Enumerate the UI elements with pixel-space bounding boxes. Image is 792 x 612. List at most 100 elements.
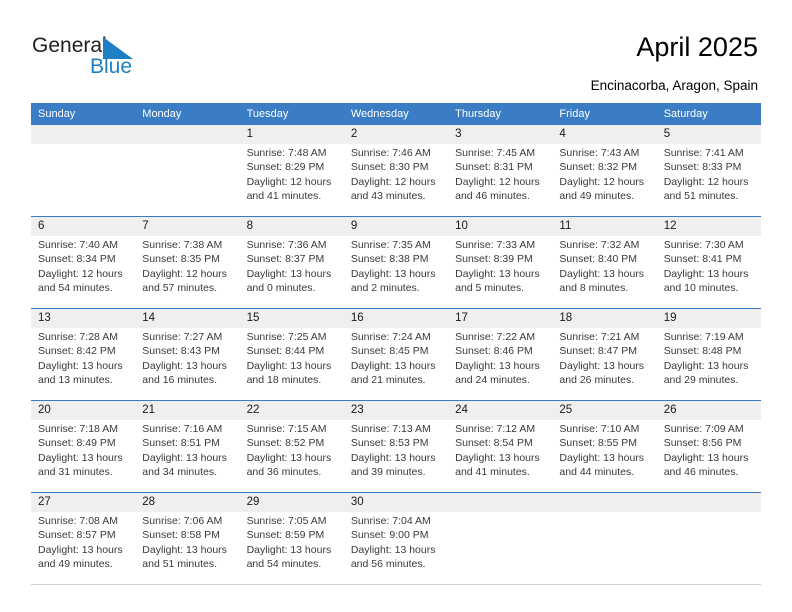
- calendar-day-cell[interactable]: 15 Sunrise: 7:25 AM Sunset: 8:44 PM Dayligh…: [240, 309, 344, 400]
- day-number: [142, 125, 233, 144]
- weekday-header-row: Sunday Monday Tuesday Wednesday Thursday…: [31, 103, 761, 125]
- day-sun-info: Sunrise: 7:41 AM Sunset: 8:33 PM Daylight:…: [664, 144, 755, 203]
- calendar-day-cell[interactable]: 24 Sunrise: 7:12 AM Sunset: 8:54 PM Dayligh…: [448, 401, 552, 492]
- day-info-line: and 49 minutes.: [559, 189, 635, 202]
- calendar-day-cell[interactable]: 17 Sunrise: 7:22 AM Sunset: 8:46 PM Dayligh…: [448, 309, 552, 400]
- day-number: 24: [455, 404, 468, 416]
- calendar-empty-cell: [448, 493, 552, 584]
- calendar-day-cell[interactable]: 14 Sunrise: 7:27 AM Sunset: 8:43 PM Dayligh…: [135, 309, 239, 400]
- day-sun-info: Sunrise: 7:27 AM Sunset: 8:43 PM Daylight:…: [142, 328, 233, 387]
- calendar-day-cell[interactable]: 16 Sunrise: 7:24 AM Sunset: 8:45 PM Dayligh…: [344, 309, 448, 400]
- day-sun-info: Sunrise: 7:15 AM Sunset: 8:52 PM Daylight:…: [247, 420, 338, 479]
- day-info-line: Daylight: 13 hours: [559, 267, 645, 280]
- day-number: 14: [142, 312, 156, 324]
- calendar-day-cell[interactable]: 20 Sunrise: 7:18 AM Sunset: 8:49 PM Dayligh…: [31, 401, 135, 492]
- day-info-line: Sunset: 8:56 PM: [663, 437, 742, 450]
- day-info-line: Daylight: 13 hours: [38, 451, 123, 464]
- day-info-line: Sunset: 8:33 PM: [663, 161, 742, 174]
- day-info-line: Sunset: 8:52 PM: [246, 437, 325, 450]
- day-info-line: Daylight: 13 hours: [38, 543, 123, 556]
- logo-text-blue: Blue: [90, 55, 133, 78]
- day-number: 20: [38, 404, 51, 416]
- calendar-day-cell[interactable]: 9 Sunrise: 7:35 AM Sunset: 8:38 PM Daylight…: [344, 217, 448, 308]
- day-info-line: Daylight: 13 hours: [38, 359, 123, 372]
- day-sun-info: Sunrise: 7:18 AM Sunset: 8:49 PM Daylight:…: [38, 420, 129, 479]
- day-info-line: Sunset: 8:35 PM: [142, 253, 220, 266]
- calendar-day-cell[interactable]: 5 Sunrise: 7:41 AM Sunset: 8:33 PM Daylight…: [657, 125, 761, 216]
- day-info-line: and 24 minutes.: [455, 373, 530, 386]
- calendar-day-cell[interactable]: 12 Sunrise: 7:30 AM Sunset: 8:41 PM Dayligh…: [657, 217, 761, 308]
- day-info-line: Sunrise: 7:06 AM: [142, 515, 223, 527]
- calendar-day-cell[interactable]: 10 Sunrise: 7:33 AM Sunset: 8:39 PM Dayligh…: [448, 217, 552, 308]
- day-info-line: Sunset: 8:49 PM: [38, 437, 116, 450]
- day-info-line: Sunrise: 7:30 AM: [663, 239, 744, 251]
- day-info-line: and 13 minutes.: [38, 373, 113, 386]
- calendar-day-cell[interactable]: 23 Sunrise: 7:13 AM Sunset: 8:53 PM Dayligh…: [344, 401, 448, 492]
- day-info-line: and 10 minutes.: [663, 281, 739, 294]
- day-info-line: and 51 minutes.: [142, 557, 217, 570]
- day-number: 8: [246, 220, 253, 232]
- day-info-line: Sunset: 9:00 PM: [350, 529, 429, 542]
- day-number: 6: [38, 220, 45, 232]
- day-sun-info: Sunrise: 7:10 AM Sunset: 8:55 PM Daylight:…: [559, 420, 650, 479]
- day-info-line: Sunset: 8:42 PM: [38, 345, 116, 358]
- general-blue-logo[interactable]: General Blue: [32, 34, 182, 84]
- day-sun-info: Sunrise: 7:43 AM Sunset: 8:32 PM Daylight:…: [559, 144, 650, 203]
- calendar-day-cell[interactable]: 21 Sunrise: 7:16 AM Sunset: 8:51 PM Dayligh…: [135, 401, 239, 492]
- day-number: 27: [38, 496, 51, 508]
- day-sun-info: Sunrise: 7:33 AM Sunset: 8:39 PM Daylight:…: [455, 236, 546, 295]
- day-sun-info: Sunrise: 7:45 AM Sunset: 8:31 PM Daylight:…: [455, 144, 546, 203]
- day-info-line: Daylight: 12 hours: [246, 175, 332, 188]
- day-info-line: Daylight: 13 hours: [142, 359, 227, 372]
- day-sun-info: Sunrise: 7:32 AM Sunset: 8:40 PM Daylight:…: [559, 236, 650, 295]
- day-info-line: Daylight: 13 hours: [663, 267, 749, 280]
- day-info-line: Sunrise: 7:35 AM: [350, 239, 431, 251]
- day-number: 11: [559, 220, 572, 232]
- calendar-day-cell[interactable]: 29 Sunrise: 7:05 AM Sunset: 8:59 PM Dayligh…: [240, 493, 344, 584]
- calendar-day-cell[interactable]: 19 Sunrise: 7:19 AM Sunset: 8:48 PM Dayligh…: [657, 309, 761, 400]
- calendar-day-cell[interactable]: 28 Sunrise: 7:06 AM Sunset: 8:58 PM Dayligh…: [135, 493, 239, 584]
- calendar-day-cell[interactable]: 22 Sunrise: 7:15 AM Sunset: 8:52 PM Dayligh…: [240, 401, 344, 492]
- calendar-day-cell[interactable]: 18 Sunrise: 7:21 AM Sunset: 8:47 PM Dayligh…: [552, 309, 656, 400]
- day-info-line: Sunset: 8:29 PM: [246, 161, 325, 174]
- day-sun-info: Sunrise: 7:30 AM Sunset: 8:41 PM Daylight:…: [664, 236, 755, 295]
- day-info-line: Sunrise: 7:48 AM: [246, 147, 327, 159]
- calendar-week-row: 27 Sunrise: 7:08 AM Sunset: 8:57 PM Dayligh…: [31, 492, 761, 585]
- day-info-line: Daylight: 13 hours: [559, 359, 645, 372]
- calendar-day-cell[interactable]: 2 Sunrise: 7:46 AM Sunset: 8:30 PM Daylight…: [344, 125, 448, 216]
- day-info-line: Daylight: 13 hours: [246, 267, 332, 280]
- calendar-day-cell[interactable]: 11 Sunrise: 7:32 AM Sunset: 8:40 PM Dayligh…: [552, 217, 656, 308]
- calendar-day-cell[interactable]: 4 Sunrise: 7:43 AM Sunset: 8:32 PM Daylight…: [552, 125, 656, 216]
- calendar-day-cell[interactable]: 27 Sunrise: 7:08 AM Sunset: 8:57 PM Dayligh…: [31, 493, 135, 584]
- day-sun-info: Sunrise: 7:05 AM Sunset: 8:59 PM Daylight:…: [247, 512, 338, 571]
- day-number: [559, 493, 650, 512]
- calendar-day-cell[interactable]: 3 Sunrise: 7:45 AM Sunset: 8:31 PM Daylight…: [448, 125, 552, 216]
- calendar-day-cell[interactable]: 30 Sunrise: 7:04 AM Sunset: 9:00 PM Dayligh…: [344, 493, 448, 584]
- calendar-day-cell[interactable]: 8 Sunrise: 7:36 AM Sunset: 8:37 PM Daylight…: [240, 217, 344, 308]
- day-info-line: Daylight: 13 hours: [663, 359, 749, 372]
- calendar-day-cell[interactable]: 1 Sunrise: 7:48 AM Sunset: 8:29 PM Daylight…: [240, 125, 344, 216]
- day-number: [38, 125, 129, 144]
- calendar-day-cell[interactable]: 25 Sunrise: 7:10 AM Sunset: 8:55 PM Dayligh…: [552, 401, 656, 492]
- calendar-day-cell[interactable]: 26 Sunrise: 7:09 AM Sunset: 8:56 PM Dayligh…: [657, 401, 761, 492]
- day-info-line: and 31 minutes.: [38, 465, 113, 478]
- day-number: 2: [350, 128, 358, 140]
- day-number: 26: [663, 404, 677, 416]
- day-info-line: Daylight: 13 hours: [559, 451, 645, 464]
- day-info-line: Sunset: 8:44 PM: [246, 345, 325, 358]
- weekday-header-thursday: Thursday: [455, 108, 501, 120]
- day-info-line: Sunset: 8:57 PM: [38, 529, 116, 542]
- weekday-header-wednesday: Wednesday: [350, 108, 409, 120]
- day-info-line: Sunrise: 7:27 AM: [142, 331, 223, 343]
- calendar-day-cell[interactable]: 7 Sunrise: 7:38 AM Sunset: 8:35 PM Daylight…: [135, 217, 239, 308]
- day-info-line: Sunrise: 7:25 AM: [246, 331, 327, 343]
- calendar-page: General Blue April 2025 Encinacorba, Ara…: [0, 0, 792, 612]
- day-info-line: and 41 minutes.: [246, 189, 322, 202]
- day-info-line: and 54 minutes.: [246, 557, 322, 570]
- calendar-day-cell[interactable]: 6 Sunrise: 7:40 AM Sunset: 8:34 PM Daylight…: [31, 217, 135, 308]
- day-info-line: and 29 minutes.: [663, 373, 739, 386]
- calendar-week-cells: 13 Sunrise: 7:28 AM Sunset: 8:42 PM Dayligh…: [31, 309, 761, 400]
- calendar-day-cell[interactable]: 13 Sunrise: 7:28 AM Sunset: 8:42 PM Dayligh…: [31, 309, 135, 400]
- day-info-line: Daylight: 13 hours: [455, 451, 540, 464]
- day-info-line: Sunset: 8:58 PM: [142, 529, 220, 542]
